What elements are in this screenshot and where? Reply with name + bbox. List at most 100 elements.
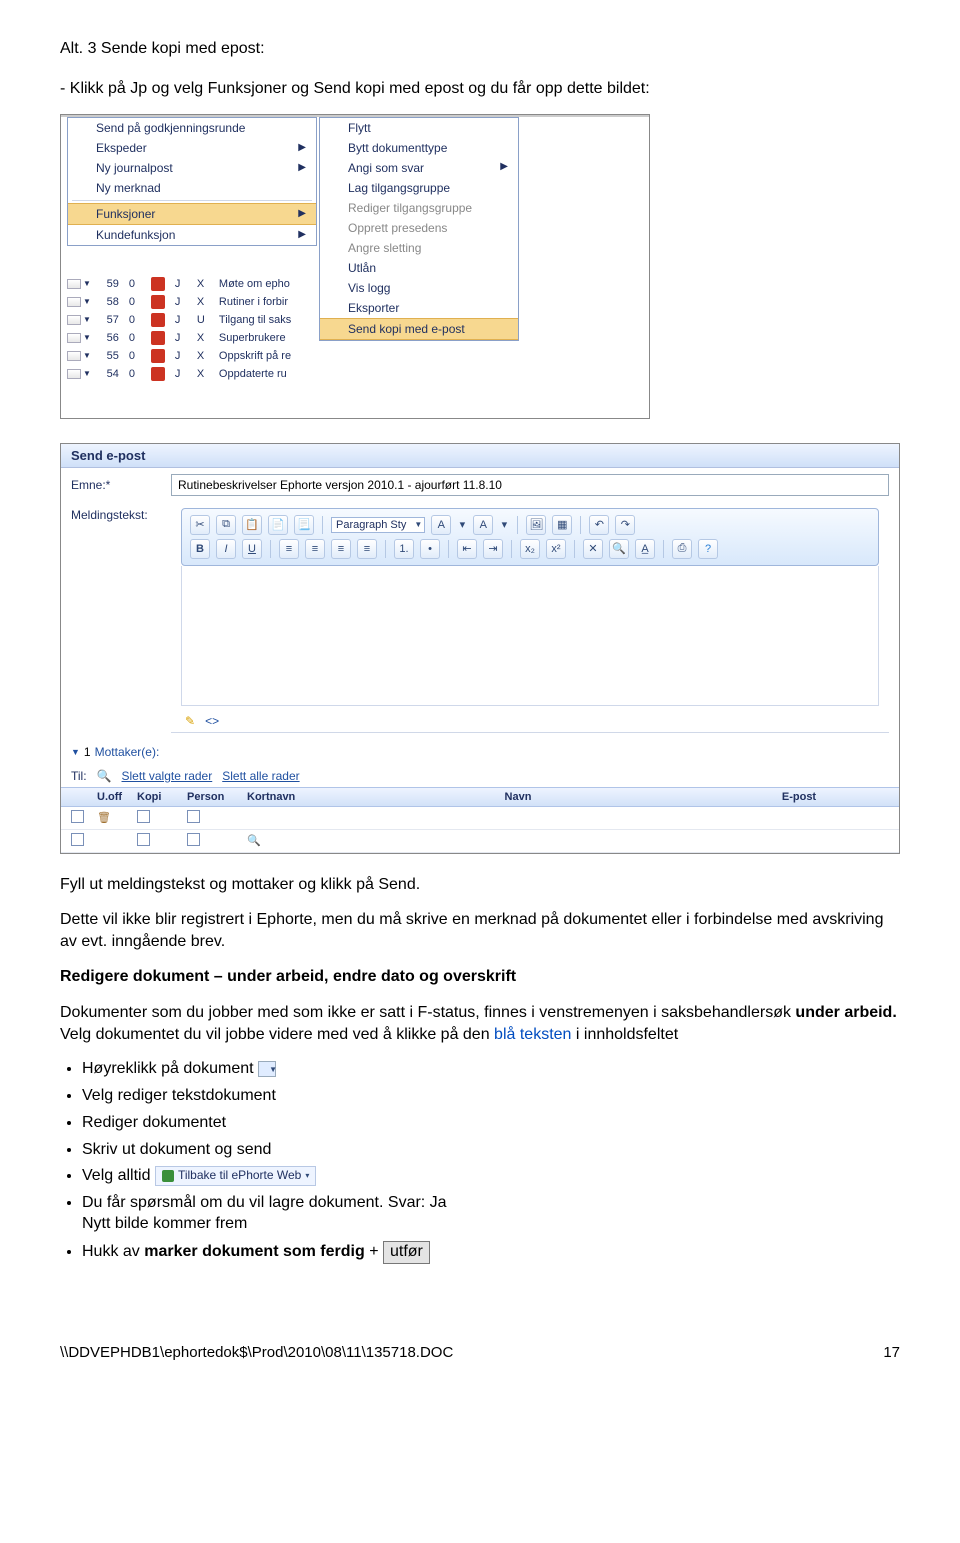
submenu-item-bytt-dokumenttype[interactable]: Bytt dokumenttype <box>320 138 518 158</box>
cut-icon[interactable]: ✂ <box>190 515 210 535</box>
redo-icon[interactable]: ↷ <box>615 515 635 535</box>
superscript-icon[interactable]: x² <box>546 539 566 559</box>
table-row[interactable]: ▼ 54 0 J X Oppdaterte ru <box>67 365 309 383</box>
copy-icon[interactable]: ⧉ <box>216 515 236 535</box>
til-label: Til: <box>71 769 87 783</box>
table-row[interactable]: ▼ 56 0 J X Superbrukere <box>67 329 309 347</box>
tilbake-ephorte-button[interactable]: Tilbake til ePhorte Web ▾ <box>155 1166 316 1186</box>
insert-image-icon[interactable]: 🖼 <box>526 515 546 535</box>
bullet-hoyreklikk: Høyreklikk på dokument ▼ <box>82 1059 900 1080</box>
meldingstekst-row: Meldingstekst: ✂ ⧉ 📋 📄 📃 Paragraph Sty▼ … <box>61 502 899 739</box>
submenu-item-rediger-tilgangsgruppe[interactable]: Rediger tilgangsgruppe <box>320 198 518 218</box>
row-title: Tilgang til saks <box>219 314 309 326</box>
dropdown-icon[interactable]: ▼ <box>83 351 91 360</box>
trash-icon[interactable]: 🗑 <box>97 812 111 824</box>
table-row[interactable]: ▼ 59 0 J X Møte om epho <box>67 275 309 293</box>
menu-item-kundefunksjon[interactable]: Kundefunksjon▶ <box>68 225 316 245</box>
row-checkbox[interactable] <box>71 833 84 846</box>
align-right-icon[interactable]: ≡ <box>331 539 351 559</box>
submenu-item-angi-som-svar[interactable]: Angi som svar▶ <box>320 158 518 178</box>
table-row[interactable]: ▼ 57 0 J U Tilgang til saks <box>67 311 309 329</box>
remove-format-icon[interactable]: ✕ <box>583 539 603 559</box>
mottakere-row[interactable]: ▼ 1 Mottaker(e): <box>61 739 899 765</box>
menu-item-label: Funksjoner <box>96 207 155 221</box>
search-icon[interactable]: 🔍 <box>97 769 112 783</box>
bold-icon[interactable]: B <box>190 539 210 559</box>
html-mode-icon[interactable]: <> <box>205 714 219 728</box>
emne-label: Emne:* <box>71 478 171 492</box>
chevron-down-icon: ▼ <box>71 747 80 757</box>
print-icon[interactable]: ⎙ <box>672 539 692 559</box>
design-mode-icon[interactable]: ✎ <box>185 714 195 728</box>
list-ul-icon[interactable]: • <box>420 539 440 559</box>
align-justify-icon[interactable]: ≡ <box>357 539 377 559</box>
slett-valgte-link[interactable]: Slett valgte rader <box>122 769 213 783</box>
submenu-item-angre-sletting[interactable]: Angre sletting <box>320 238 518 258</box>
chevron-down-icon[interactable]: ▾ <box>499 515 509 535</box>
chevron-down-icon[interactable]: ▾ <box>457 515 467 535</box>
row-checkbox[interactable] <box>71 810 84 823</box>
registrering-note: Dette vil ikke blir registrert i Ephorte… <box>60 909 900 952</box>
row-title: Oppskrift på re <box>219 350 309 362</box>
submenu-item-flytt[interactable]: Flytt <box>320 118 518 138</box>
find-icon[interactable]: A̲ <box>635 539 655 559</box>
indent-icon[interactable]: ⇥ <box>483 539 503 559</box>
mottakere-count: 1 <box>84 745 91 759</box>
section2-title: Redigere dokument – under arbeid, endre … <box>60 966 900 988</box>
slett-alle-link[interactable]: Slett alle rader <box>222 769 299 783</box>
kopi-checkbox[interactable] <box>137 810 150 823</box>
highlight-icon[interactable]: A <box>473 515 493 535</box>
editor-textarea[interactable] <box>181 566 879 706</box>
recipients-row-new: 🔍 <box>61 830 899 853</box>
list-ol-icon[interactable]: 1. <box>394 539 414 559</box>
submenu-item-lag-tilgangsgruppe[interactable]: Lag tilgangsgruppe <box>320 178 518 198</box>
align-center-icon[interactable]: ≡ <box>305 539 325 559</box>
paste-formatted-icon[interactable]: 📃 <box>294 515 314 535</box>
envelope-icon <box>67 279 81 289</box>
dropdown-icon[interactable]: ▼ <box>83 297 91 306</box>
editor-toolbar: ✂ ⧉ 📋 📄 📃 Paragraph Sty▼ A ▾ A ▾ 🖼 ▦ ↶ <box>181 508 879 566</box>
undo-icon[interactable]: ↶ <box>589 515 609 535</box>
submenu-item-eksporter[interactable]: Eksporter <box>320 298 518 318</box>
menu-item-funksjoner[interactable]: Funksjoner▶ <box>68 203 316 225</box>
italic-icon[interactable]: I <box>216 539 236 559</box>
dropdown-icon[interactable]: ▼ <box>83 369 91 378</box>
submenu-item-vis-logg[interactable]: Vis logg <box>320 278 518 298</box>
paragraph-style-select[interactable]: Paragraph Sty▼ <box>331 517 425 533</box>
submenu-item-utlan[interactable]: Utlån <box>320 258 518 278</box>
menu-item-send-godkjenning[interactable]: Send på godkjenningsrunde <box>68 118 316 138</box>
help-icon[interactable]: ? <box>698 539 718 559</box>
text-fragment: Dokumenter som du jobber med som ikke er… <box>60 1004 795 1021</box>
search-icon[interactable]: 🔍 <box>247 835 261 847</box>
subscript-icon[interactable]: x₂ <box>520 539 540 559</box>
envelope-icon <box>67 297 81 307</box>
person-checkbox[interactable] <box>187 810 200 823</box>
paste-icon[interactable]: 📋 <box>242 515 262 535</box>
submenu-item-send-kopi-epost[interactable]: Send kopi med e-post <box>320 318 518 340</box>
menu-item-ny-journalpost[interactable]: Ny journalpost▶ <box>68 158 316 178</box>
find-replace-icon[interactable]: 🔍 <box>609 539 629 559</box>
toolbar-separator <box>574 540 575 558</box>
col-kortnavn: Kortnavn <box>247 791 327 803</box>
font-color-icon[interactable]: A <box>431 515 451 535</box>
utfor-button[interactable]: utfør <box>383 1241 430 1264</box>
insert-table-icon[interactable]: ▦ <box>552 515 572 535</box>
dropdown-icon[interactable]: ▼ <box>83 333 91 342</box>
submenu-item-opprett-presedens[interactable]: Opprett presedens <box>320 218 518 238</box>
bullet-skriv-ut: Skriv ut dokument og send <box>82 1140 900 1161</box>
menu-item-ekspeder[interactable]: Ekspeder▶ <box>68 138 316 158</box>
toolbar-separator <box>580 516 581 534</box>
menu-item-ny-merknad[interactable]: Ny merknad <box>68 178 316 198</box>
outdent-icon[interactable]: ⇤ <box>457 539 477 559</box>
table-row[interactable]: ▼ 55 0 J X Oppskrift på re <box>67 347 309 365</box>
kopi-checkbox[interactable] <box>137 833 150 846</box>
dropdown-icon[interactable]: ▼ <box>83 279 91 288</box>
table-row[interactable]: ▼ 58 0 J X Rutiner i forbir <box>67 293 309 311</box>
emne-input[interactable] <box>171 474 889 496</box>
person-checkbox[interactable] <box>187 833 200 846</box>
paste-text-icon[interactable]: 📄 <box>268 515 288 535</box>
col-epost: E-post <box>709 791 889 803</box>
underline-icon[interactable]: U <box>242 539 262 559</box>
dropdown-icon[interactable]: ▼ <box>83 315 91 324</box>
align-left-icon[interactable]: ≡ <box>279 539 299 559</box>
